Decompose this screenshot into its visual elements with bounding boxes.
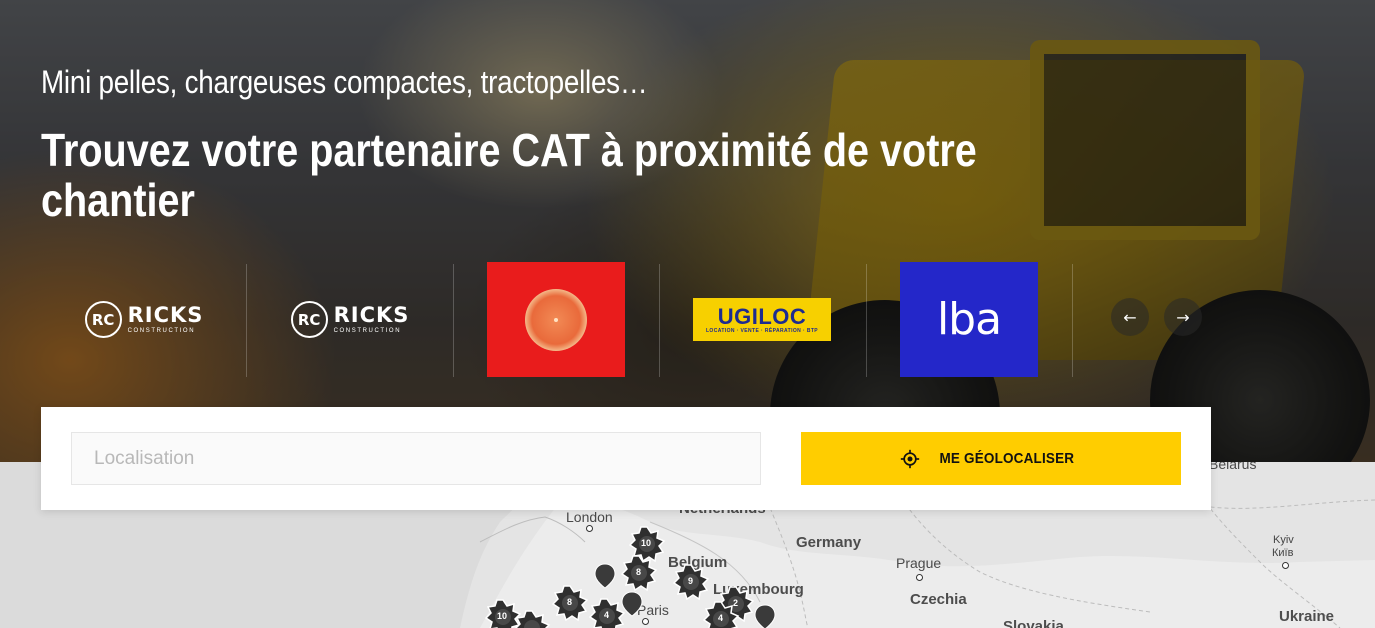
orange-logo: [487, 262, 625, 377]
ricks-logo: RC RICKS CONSTRUCTION: [290, 301, 410, 338]
partner-slide-lba[interactable]: lba: [866, 262, 1072, 377]
cluster-count[interactable]: 8: [567, 597, 572, 607]
arrow-right-icon: →: [1176, 307, 1190, 327]
map-clusters[interactable]: [485, 526, 754, 628]
search-panel: ME GÉOLOCALISER: [41, 407, 1211, 510]
cluster-count[interactable]: 4: [718, 613, 723, 623]
ricks-logo: RC RICKS CONSTRUCTION: [84, 301, 204, 338]
map-pin[interactable]: [621, 591, 643, 617]
ricks-name: RICKS: [333, 303, 410, 327]
hero-subtitle: Mini pelles, chargeuses compactes, tract…: [41, 64, 648, 100]
lba-name: lba: [936, 294, 1002, 345]
ricks-badge: RC: [84, 301, 122, 338]
slide-divider: [1072, 264, 1073, 377]
cluster-count[interactable]: 10: [641, 538, 651, 548]
ricks-tagline: CONSTRUCTION: [127, 328, 196, 334]
map-pin[interactable]: [754, 604, 776, 628]
partner-slide-orange[interactable]: [453, 262, 659, 377]
ricks-tagline: CONSTRUCTION: [333, 328, 402, 334]
cluster-count[interactable]: 8: [636, 567, 641, 577]
partner-carousel: RC RICKS CONSTRUCTION RC RICKS CONSTRUCT…: [41, 262, 1211, 377]
partner-slide-ricks[interactable]: RC RICKS CONSTRUCTION: [247, 262, 453, 377]
geolocate-label: ME GÉOLOCALISER: [939, 450, 1075, 467]
ugiloc-name: UGILOC: [717, 303, 807, 329]
arrow-left-icon: ←: [1123, 307, 1137, 327]
ugiloc-tagline: LOCATION · VENTE · RÉPARATION · BTP: [705, 327, 819, 334]
hero-headline: Trouvez votre partenaire CAT à proximité…: [41, 124, 977, 226]
carousel-next-button[interactable]: →: [1164, 298, 1202, 336]
cluster-count[interactable]: 10: [497, 611, 507, 621]
crosshair-icon: [900, 449, 920, 468]
lba-logo: lba: [900, 262, 1038, 377]
blood-orange-icon: [525, 288, 587, 351]
cluster-count[interactable]: 4: [604, 610, 609, 620]
location-input[interactable]: [71, 432, 761, 485]
partner-slide-ricks[interactable]: RC RICKS CONSTRUCTION: [41, 262, 247, 377]
cluster-count[interactable]: 2: [733, 598, 738, 608]
ricks-badge: RC: [290, 301, 328, 338]
map-pin[interactable]: [594, 563, 616, 589]
cluster-count[interactable]: 9: [688, 576, 693, 586]
carousel-prev-button[interactable]: ←: [1111, 298, 1149, 336]
hero-banner: Mini pelles, chargeuses compactes, tract…: [0, 0, 1375, 462]
geolocate-button[interactable]: ME GÉOLOCALISER: [801, 432, 1181, 485]
ugiloc-logo: UGILOC LOCATION · VENTE · RÉPARATION · B…: [693, 298, 831, 341]
partner-slide-ugiloc[interactable]: UGILOC LOCATION · VENTE · RÉPARATION · B…: [659, 262, 865, 377]
ricks-name: RICKS: [127, 303, 204, 327]
